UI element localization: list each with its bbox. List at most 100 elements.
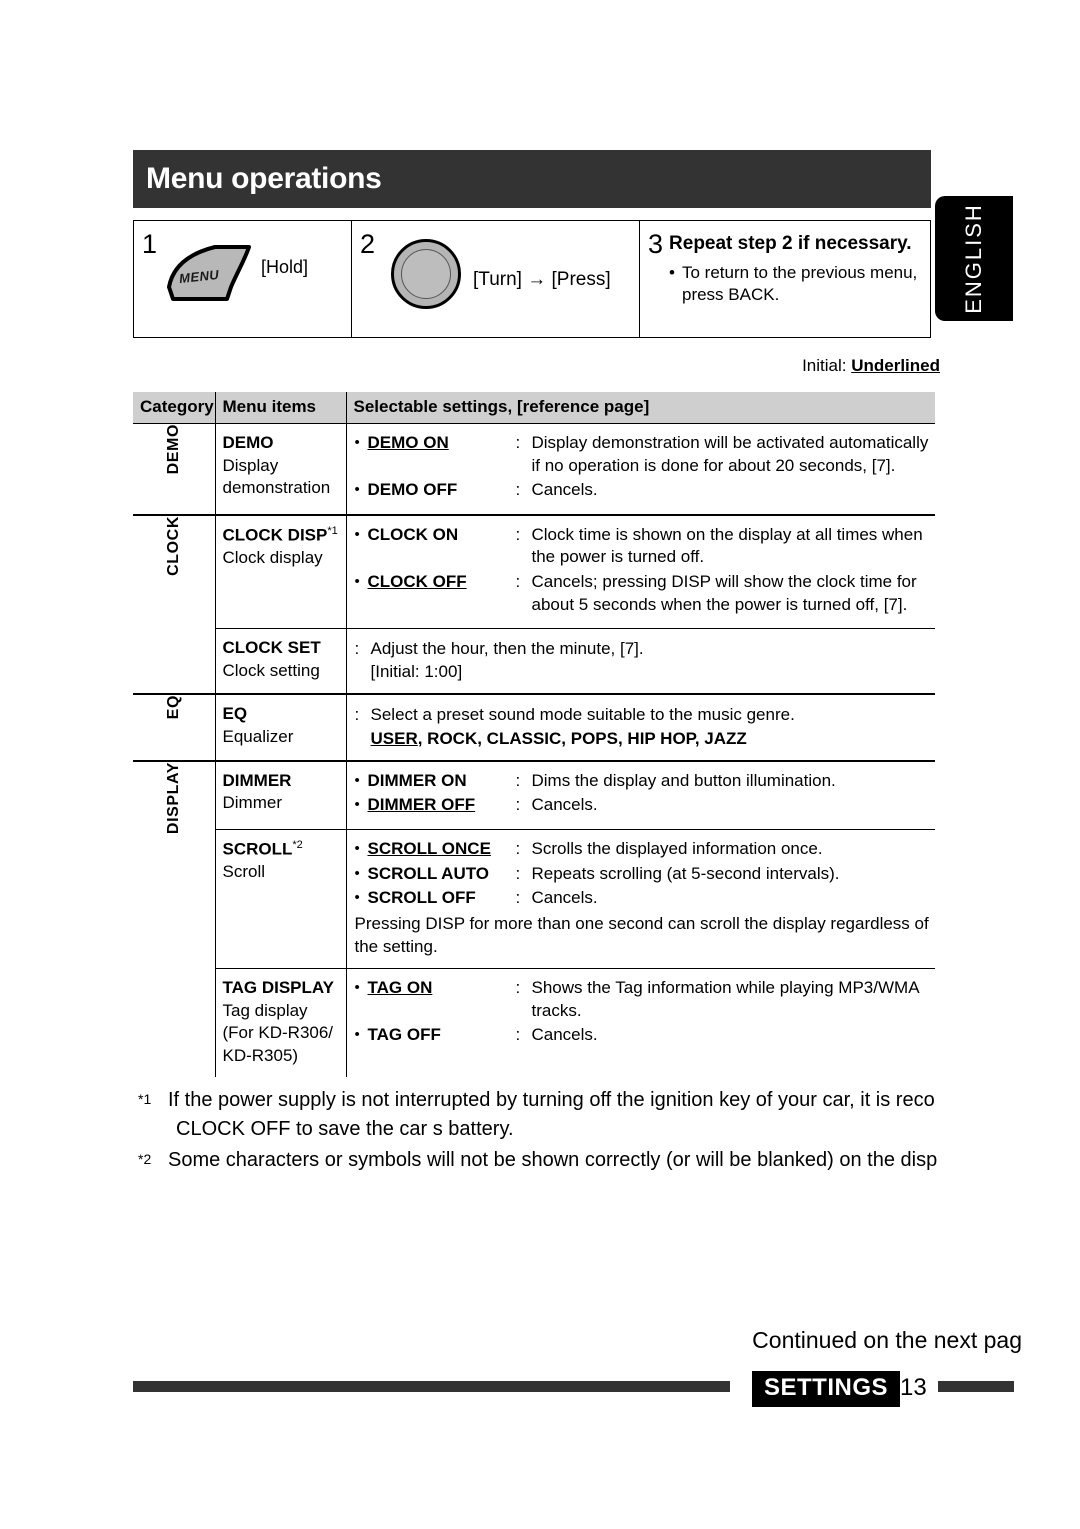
menu-item-cell-dimmer: DIMMER Dimmer [215,759,347,830]
setting-option: • DIMMER ON : Dims the display and butto… [355,770,930,793]
colon-separator: : [515,977,521,997]
footer-section-label: SETTINGS [752,1371,901,1407]
setting-plain-text: [Initial: 1:00] [370,662,463,682]
settings-cell-clock-set: : Adjust the hour, then the minute, [7].… [346,628,935,695]
menu-item-sub-line: KD-R305) [222,1045,299,1065]
setting-option-name: DIMMER OFF [367,795,476,815]
footnote-1: *1 If the power supply is not interrupte… [138,1086,1080,1144]
setting-option-desc: Cancels. [531,480,598,500]
colon-separator: : [515,524,521,544]
menu-item-cell-demo: DEMO Display demonstration [215,423,347,515]
bullet-icon: • [354,573,360,591]
setting-plain-text: Select a preset sound mode suitable to t… [370,705,795,725]
language-tab: ENGLISH [935,196,1013,321]
table-row: DEMO DEMO Display demonstration • DEMO O… [133,423,935,515]
bullet-icon: • [354,889,360,907]
menu-settings-table: Category Menu items Selectable settings,… [133,392,935,1078]
table-row: SCROLL*2 Scroll • SCROLL ONCE : Scrolls … [133,828,935,969]
menu-item-sub-line: demonstration [222,478,331,498]
menu-item-footnote-mark: *1 [327,524,338,537]
menu-item-sub-line: Tag display [222,1000,308,1020]
category-cell-clock: CLOCK [133,513,216,695]
menu-button-icon: MENU [163,243,255,305]
setting-option: • DEMO OFF : Cancels. [355,479,930,502]
menu-item-sub-line: Clock setting [222,660,320,680]
menu-item-cell-eq: EQ Equalizer [215,693,347,761]
continued-note: Continued on the next pag [752,1327,1022,1353]
setting-option-name: CLOCK ON [367,524,459,544]
initial-note-emphasis: Underlined [851,356,940,375]
step-1-number: 1 [142,229,158,259]
colon-separator: : [515,888,521,908]
page-title-bar: Menu operations [133,150,931,208]
menu-item-cell-clock-disp: CLOCK DISP*1 Clock display [215,513,347,629]
menu-item-name: DIMMER [222,770,292,790]
bullet-icon: • [669,263,675,282]
footer-rule-right [938,1381,1014,1392]
footnote-line-1: Some characters or symbols will not be s… [168,1149,938,1171]
menu-item-cell-scroll: SCROLL*2 Scroll [215,828,347,969]
colon-separator: : [515,838,521,858]
footnote-body: If the power supply is not interrupted b… [168,1086,935,1144]
menu-item-name: CLOCK SET [222,638,321,658]
setting-option-desc: Cancels. [531,888,598,908]
page-footer: SETTINGS 13 [0,1371,1080,1407]
settings-cell-tag-display: • TAG ON : Shows the Tag information whi… [346,967,935,1078]
step-1: 1 MENU [Hold] [134,221,352,337]
setting-option: • CLOCK ON : Clock time is shown on the … [355,524,930,569]
header-selectable-settings: Selectable settings, [reference page] [346,392,935,424]
settings-cell-dimmer: • DIMMER ON : Dims the display and butto… [346,759,935,830]
initial-note: Initial: Underlined [802,356,940,376]
menu-item-name: CLOCK DISP*1 [223,524,340,547]
step-3-number: 3 [648,229,664,259]
steps-panel: 1 MENU [Hold] 2 [Turn] → [Press] 3 Repea… [133,220,931,338]
menu-item-name: EQ [222,704,248,724]
eq-preset-default: USER [370,728,418,748]
colon-separator: : [515,863,521,883]
menu-item-sub-line: Clock display [222,548,323,568]
eq-preset-values: USER, ROCK, CLASSIC, POPS, HIP HOP, JAZZ [371,727,747,750]
menu-item-sub-line: Equalizer [222,727,294,747]
rotary-knob-inner [401,249,452,299]
step-2: 2 [Turn] → [Press] [352,221,640,337]
table-header-row: Category Menu items Selectable settings,… [133,392,935,424]
colon-separator: : [515,433,521,452]
menu-item-sub-line: Scroll [222,862,266,882]
setting-option-name: TAG ON [367,977,433,997]
bullet-icon: • [354,481,360,499]
setting-option: • TAG OFF : Cancels. [355,1024,930,1047]
step-3: 3 Repeat step 2 if necessary. • To retur… [640,221,930,337]
setting-option-desc: Dims the display and button illumination… [531,770,836,790]
header-menu-items: Menu items [215,392,347,424]
footnote-body: Some characters or symbols will not be s… [168,1146,937,1175]
setting-option-desc: Clock time is shown on the display at al… [531,524,923,567]
setting-option: • SCROLL AUTO : Repeats scrolling (at 5-… [355,863,930,886]
settings-cell-scroll: • SCROLL ONCE : Scrolls the displayed in… [346,828,935,969]
colon-separator: : [354,639,360,659]
setting-note: Pressing DISP for more than one second c… [354,913,929,956]
page-title: Menu operations [146,162,382,195]
setting-option: • SCROLL OFF : Cancels. [355,887,930,910]
step-2-action: [Turn] → [Press] [473,269,611,290]
setting-option-name: DEMO OFF [367,480,458,500]
setting-option-desc: Shows the Tag information while playing … [531,977,919,1020]
settings-cell-clock-disp: • CLOCK ON : Clock time is shown on the … [346,513,935,629]
setting-option: • DIMMER OFF : Cancels. [355,794,930,817]
setting-plain-line: [Initial: 1:00] [355,660,930,683]
setting-option: • CLOCK OFF : Cancels; pressing DISP wil… [355,571,930,616]
menu-item-cell-tag-display: TAG DISPLAY Tag display (For KD-R306/ KD… [215,967,347,1078]
step-3-bullet: • To return to the previous menu, press … [669,262,926,306]
setting-option-name: SCROLL AUTO [367,863,490,883]
category-label: DEMO [164,424,182,475]
footnote-2: *2 Some characters or symbols will not b… [138,1146,1080,1175]
bullet-icon: • [354,839,360,857]
setting-option-desc: Repeats scrolling (at 5-second intervals… [531,863,840,883]
setting-option: • SCROLL ONCE : Scrolls the displayed in… [355,838,930,861]
category-cell-demo: DEMO [133,423,216,515]
menu-item-name: TAG DISPLAY [222,977,334,997]
setting-plain-line: : Select a preset sound mode suitable to… [355,703,930,726]
footnote-mark: *1 [138,1091,152,1107]
menu-item-name-text: SCROLL [222,839,293,859]
menu-item-sub-line: Display [222,455,279,475]
menu-item-sub-line: Dimmer [222,793,283,813]
